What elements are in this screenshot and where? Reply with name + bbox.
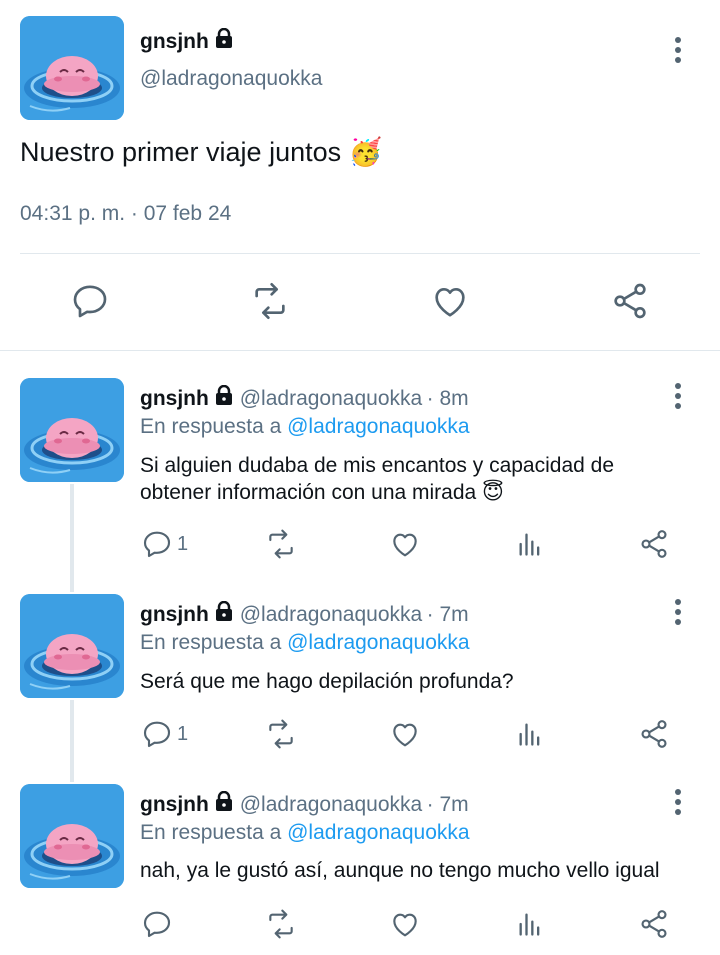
retweet-button[interactable] [248, 281, 292, 321]
handle[interactable]: @ladragonaquokka [140, 67, 322, 91]
lock-icon [215, 791, 234, 813]
reply-count: 1 [177, 722, 189, 745]
reply-text-line: Si alguien dudaba de mis encantos y capa… [140, 454, 614, 477]
time-ago[interactable]: · 7m [427, 603, 469, 626]
reply-to-mention[interactable]: @ladragonaquokka [287, 631, 469, 654]
more-options-icon[interactable] [666, 594, 690, 630]
heart-icon [393, 913, 417, 937]
handle[interactable]: @ladragonaquokka [240, 793, 422, 816]
share-button[interactable] [638, 908, 670, 940]
analytics-icon [519, 913, 540, 936]
avatar[interactable] [20, 594, 124, 698]
heart-icon [435, 288, 465, 317]
tweet-text: Nuestro primer viaje juntos [20, 137, 342, 167]
views-button[interactable] [516, 530, 544, 558]
time-ago[interactable]: · 8m [427, 387, 469, 410]
analytics-icon [519, 533, 540, 556]
share-button[interactable] [610, 281, 650, 321]
reply-header: gnsjnh @ladragonaquokka · 7m [140, 791, 469, 817]
share-icon [641, 720, 667, 748]
avatar[interactable] [20, 784, 124, 888]
more-options-icon[interactable] [666, 378, 690, 414]
display-name[interactable]: gnsjnh [140, 30, 209, 53]
retweet-button[interactable] [263, 908, 299, 940]
lock-icon [215, 28, 234, 50]
reply-to-prefix: En respuesta a [140, 631, 282, 654]
tweet-timestamp[interactable]: 04:31 p. m. · 07 feb 24 [20, 202, 231, 226]
avatar[interactable] [20, 378, 124, 482]
tweet-text-row: Nuestro primer viaje juntos 🥳 [20, 136, 382, 168]
reply-to-prefix: En respuesta a [140, 415, 282, 438]
reply-to-mention[interactable]: @ladragonaquokka [287, 415, 469, 438]
reply-to-line: En respuesta a @ladragonaquokka [140, 415, 470, 439]
reply-header: gnsjnh @ladragonaquokka · 8m [140, 385, 469, 411]
thread-connector [70, 484, 74, 592]
reply-button[interactable]: 1 [141, 528, 188, 560]
thread-connector [70, 700, 74, 782]
display-name[interactable]: gnsjnh [140, 603, 209, 626]
author-name-row: gnsjnh [140, 28, 235, 54]
reply-button[interactable] [141, 908, 177, 940]
handle[interactable]: @ladragonaquokka [240, 387, 422, 410]
display-name[interactable]: gnsjnh [140, 793, 209, 816]
handle[interactable]: @ladragonaquokka [240, 603, 422, 626]
display-name[interactable]: gnsjnh [140, 387, 209, 410]
like-button[interactable] [389, 528, 421, 560]
share-icon [641, 530, 667, 558]
reply-text-line: obtener información con una mirada 😇 [140, 481, 504, 504]
views-button[interactable] [516, 910, 544, 938]
reply-to-line: En respuesta a @ladragonaquokka [140, 631, 470, 655]
reply-icon [143, 721, 171, 748]
reply-count: 1 [177, 532, 189, 555]
reply-to-line: En respuesta a @ladragonaquokka [140, 821, 470, 845]
reply-text: Será que me hago depilación profunda? [140, 670, 514, 693]
like-button[interactable] [430, 281, 470, 321]
retweet-icon [269, 719, 293, 749]
share-icon [614, 283, 646, 319]
retweet-icon [269, 529, 293, 559]
lock-icon [215, 385, 234, 407]
share-button[interactable] [638, 718, 670, 750]
partying-face-emoji: 🥳 [348, 137, 383, 167]
reply-icon [143, 911, 171, 938]
divider [0, 350, 720, 351]
divider [20, 253, 700, 254]
analytics-icon [519, 723, 540, 746]
reply-to-mention[interactable]: @ladragonaquokka [287, 821, 469, 844]
retweet-icon [255, 283, 285, 319]
lock-icon [215, 601, 234, 623]
like-button[interactable] [389, 908, 421, 940]
retweet-button[interactable] [263, 718, 299, 750]
reply-icon [143, 531, 171, 558]
reply-text: Si alguien dudaba de mis encantos y capa… [140, 452, 710, 506]
avatar[interactable] [20, 16, 124, 120]
share-button[interactable] [638, 528, 670, 560]
reply-header: gnsjnh @ladragonaquokka · 7m [140, 601, 469, 627]
retweet-icon [269, 909, 293, 939]
more-options-icon[interactable] [666, 32, 690, 68]
reply-button[interactable]: 1 [141, 718, 188, 750]
heart-icon [393, 723, 417, 747]
smiling-halo-emoji: 😇 [482, 481, 504, 504]
reply-button[interactable] [70, 281, 110, 321]
like-button[interactable] [389, 718, 421, 750]
heart-icon [393, 533, 417, 557]
views-button[interactable] [516, 720, 544, 748]
reply-icon [73, 285, 107, 318]
reply-to-prefix: En respuesta a [140, 821, 282, 844]
time-ago[interactable]: · 7m [427, 793, 469, 816]
share-icon [641, 910, 667, 938]
retweet-button[interactable] [263, 528, 299, 560]
reply-text: nah, ya le gustó así, aunque no tengo mu… [140, 859, 660, 882]
more-options-icon[interactable] [666, 784, 690, 820]
